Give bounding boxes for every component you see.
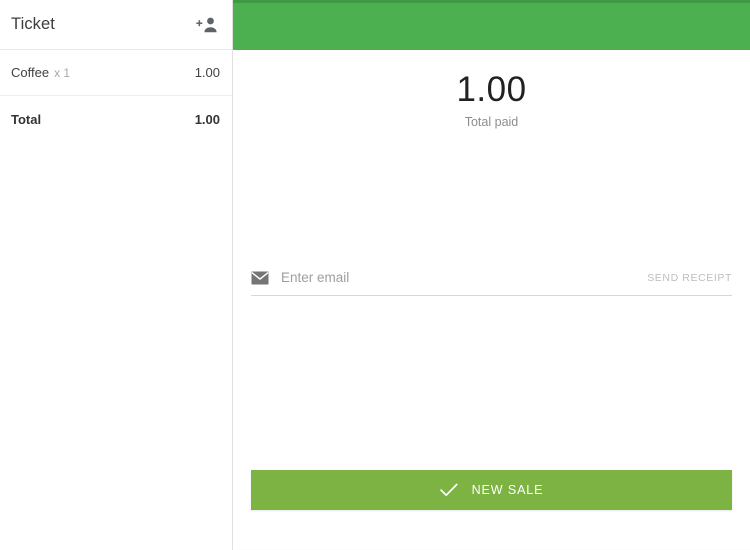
ticket-line-item-quantity: x 1 bbox=[54, 66, 71, 80]
paid-amount-caption: Total paid bbox=[464, 114, 519, 129]
check-icon bbox=[439, 483, 458, 497]
ticket-total-label: Total bbox=[11, 111, 42, 127]
payment-confirmation-body: 1.00 Total paid SEND RECEIPT bbox=[233, 50, 750, 550]
ticket-total-left: Total bbox=[11, 112, 41, 127]
email-receipt-row: SEND RECEIPT bbox=[251, 260, 732, 296]
add-customer-button[interactable] bbox=[194, 12, 220, 38]
ticket-line-item-name: Coffee bbox=[11, 65, 50, 80]
ticket-title: Ticket bbox=[11, 15, 55, 34]
ticket-total-amount: 1.00 bbox=[194, 111, 220, 127]
ticket-total-row: Total 1.00 bbox=[0, 96, 232, 142]
mail-icon bbox=[251, 269, 269, 287]
paid-amount-value: 1.00 bbox=[456, 70, 527, 109]
email-input[interactable] bbox=[281, 267, 632, 288]
new-sale-button[interactable]: NEW SALE bbox=[251, 470, 732, 510]
ticket-line-item-left: Coffee x 1 bbox=[11, 65, 70, 80]
ticket-header: Ticket bbox=[0, 0, 232, 50]
ticket-line-items: Coffee x 1 1.00 Total 1.00 bbox=[0, 50, 232, 550]
ticket-panel: Ticket Coffee x 1 1.00 Total 1.00 bbox=[0, 0, 233, 550]
person-add-icon bbox=[196, 16, 218, 34]
main-panel: 1.00 Total paid SEND RECEIPT bbox=[233, 0, 750, 550]
ticket-line-item-amount: 1.00 bbox=[194, 65, 220, 80]
ticket-line-item[interactable]: Coffee x 1 1.00 bbox=[0, 50, 232, 96]
status-bar-strip bbox=[233, 0, 750, 3]
send-receipt-button[interactable]: SEND RECEIPT bbox=[631, 272, 732, 284]
paid-amount-block: 1.00 Total paid bbox=[233, 70, 750, 129]
new-sale-label: NEW SALE bbox=[471, 483, 544, 497]
pos-checkout-screen: Ticket Coffee x 1 1.00 Total 1.00 1.00 T… bbox=[0, 0, 750, 550]
app-bar bbox=[233, 0, 750, 50]
